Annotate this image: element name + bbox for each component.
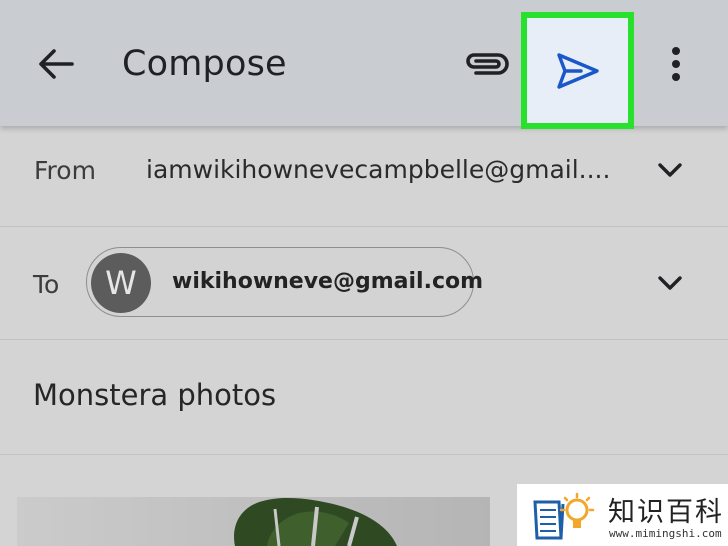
attach-button[interactable]	[458, 40, 514, 88]
from-label: From	[34, 156, 96, 185]
avatar: W	[91, 253, 151, 313]
from-expand-button[interactable]	[653, 158, 687, 182]
monstera-leaf-image	[234, 498, 397, 546]
watermark-chinese-text: 知识百科	[608, 497, 724, 528]
image-attachment[interactable]	[17, 497, 490, 546]
subject-row[interactable]: Monstera photos	[0, 340, 728, 455]
paperclip-icon	[466, 53, 509, 75]
from-address[interactable]: iamwikihownevecampbelle@gmail....	[146, 155, 610, 184]
watermark-url: www.mimingshi.com	[609, 527, 722, 540]
recipient-chip[interactable]: W wikihowneve@gmail.com	[86, 247, 483, 317]
more-options-button[interactable]	[654, 38, 698, 90]
send-button[interactable]	[521, 12, 634, 129]
chevron-down-icon	[658, 163, 682, 177]
more-vert-icon	[672, 47, 680, 81]
to-expand-button[interactable]	[653, 271, 687, 295]
from-row: From iamwikihownevecampbelle@gmail....	[0, 126, 728, 227]
send-icon	[556, 52, 599, 89]
book-lightbulb-icon	[533, 492, 595, 540]
to-label: To	[33, 270, 60, 299]
recipient-email: wikihowneve@gmail.com	[172, 269, 484, 294]
compose-screen: Compose From iamwikihownevecampbelle@gma…	[0, 0, 728, 546]
to-row: To W wikihowneve@gmail.com	[0, 227, 728, 340]
subject-field[interactable]: Monstera photos	[33, 378, 276, 412]
chevron-down-icon	[658, 276, 682, 290]
page-title: Compose	[122, 44, 287, 84]
watermark: 知识百科 www.mimingshi.com	[517, 484, 728, 546]
back-button[interactable]	[30, 38, 82, 90]
arrow-left-icon	[39, 49, 74, 79]
